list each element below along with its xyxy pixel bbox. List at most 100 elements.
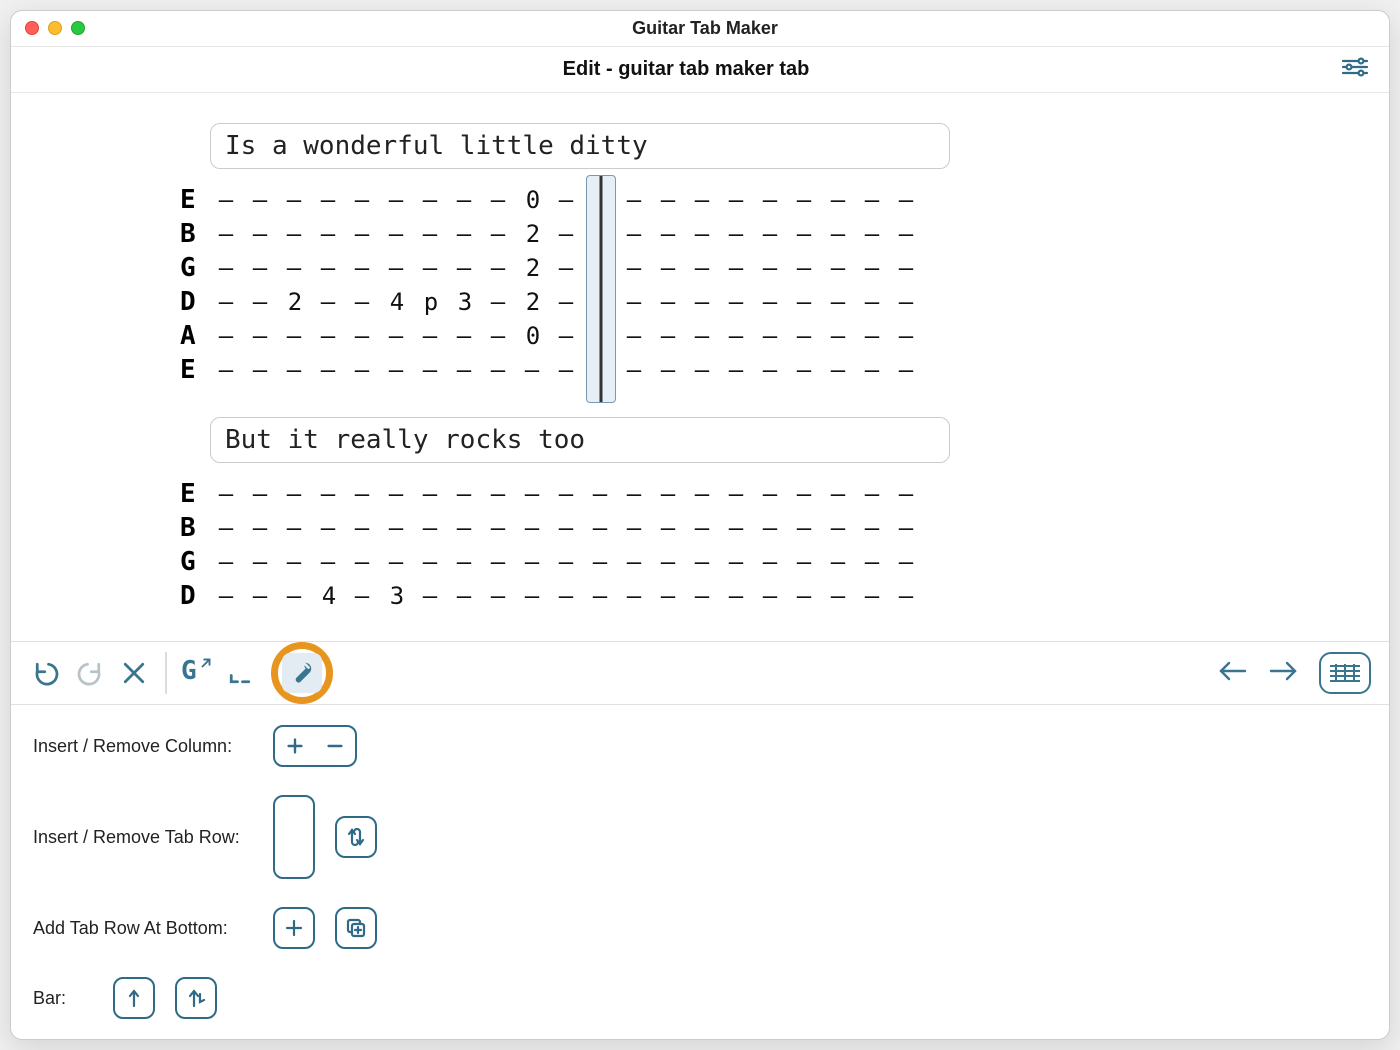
tab-cell[interactable]: —	[516, 548, 550, 576]
tab-cell[interactable]: —	[414, 186, 448, 214]
tab-cell[interactable]: —	[856, 548, 890, 576]
tab-cell[interactable]: —	[482, 186, 516, 214]
tab-cell[interactable]: —	[856, 356, 890, 384]
tab-cell[interactable]: —	[686, 548, 720, 576]
tab-cell[interactable]: —	[516, 582, 550, 610]
tab-cell[interactable]: —	[448, 480, 482, 508]
tab-cell[interactable]: —	[652, 322, 686, 350]
tab-cell[interactable]: —	[618, 254, 652, 282]
tab-cell[interactable]: —	[380, 186, 414, 214]
tab-cell[interactable]: —	[244, 254, 278, 282]
tab-cell[interactable]: —	[312, 186, 346, 214]
tab-cell[interactable]: —	[380, 548, 414, 576]
tab-cell[interactable]: —	[822, 356, 856, 384]
tab-cell[interactable]: —	[550, 254, 584, 282]
tab-cell[interactable]: —	[516, 480, 550, 508]
tab-cell[interactable]: —	[890, 514, 924, 542]
tab-cell[interactable]: —	[686, 254, 720, 282]
tab-cell[interactable]: —	[890, 548, 924, 576]
tab-cell[interactable]: —	[414, 480, 448, 508]
tab-cell[interactable]: —	[414, 582, 448, 610]
tab-cell[interactable]: —	[584, 548, 618, 576]
tab-cell[interactable]: —	[822, 186, 856, 214]
lyric-input[interactable]	[210, 417, 950, 463]
tab-cell[interactable]: —	[754, 548, 788, 576]
tab-cell[interactable]: —	[346, 186, 380, 214]
tab-cell[interactable]: —	[210, 514, 244, 542]
tab-cell[interactable]: —	[754, 514, 788, 542]
tab-cell[interactable]: —	[788, 254, 822, 282]
tab-cell[interactable]: —	[720, 186, 754, 214]
tab-cell[interactable]: —	[788, 322, 822, 350]
tab-string-row[interactable]: G—————————————————————	[180, 545, 1220, 579]
tab-cell[interactable]: —	[720, 514, 754, 542]
tab-cell[interactable]: —	[346, 356, 380, 384]
tab-cell[interactable]: —	[414, 220, 448, 248]
bar-insert-button[interactable]	[113, 977, 155, 1019]
close-window-button[interactable]	[25, 21, 39, 35]
tab-cell[interactable]: —	[754, 582, 788, 610]
tab-cell[interactable]: —	[618, 480, 652, 508]
tab-cell[interactable]: —	[448, 582, 482, 610]
tab-cell[interactable]: —	[618, 514, 652, 542]
tab-cell[interactable]: —	[346, 514, 380, 542]
tab-cell[interactable]: —	[550, 220, 584, 248]
settings-sliders-icon[interactable]	[1341, 56, 1369, 83]
tab-cell[interactable]: —	[618, 220, 652, 248]
tab-string-row[interactable]: E—————————————————————	[180, 477, 1220, 511]
tab-cell[interactable]: —	[720, 288, 754, 316]
tab-cell[interactable]: —	[822, 514, 856, 542]
tab-cell[interactable]: —	[346, 254, 380, 282]
tab-cell[interactable]: —	[720, 480, 754, 508]
tab-cell[interactable]: —	[822, 582, 856, 610]
tab-cell[interactable]: —	[652, 186, 686, 214]
tab-cell[interactable]: 3	[380, 582, 414, 610]
tab-cell[interactable]: —	[448, 322, 482, 350]
tab-cell[interactable]: —	[856, 288, 890, 316]
tab-cell[interactable]: —	[346, 288, 380, 316]
tab-string-row[interactable]: B—————————2———————————	[180, 217, 1220, 251]
tab-cell[interactable]: —	[754, 288, 788, 316]
duplicate-row-button[interactable]	[335, 907, 377, 949]
tab-cell[interactable]: —	[278, 220, 312, 248]
tab-cell[interactable]: —	[584, 514, 618, 542]
tab-cell[interactable]: —	[788, 288, 822, 316]
tab-cell[interactable]: 2	[516, 254, 550, 282]
prev-arrow-button[interactable]	[1215, 659, 1249, 688]
tab-cell[interactable]: —	[244, 514, 278, 542]
tab-cell[interactable]: —	[754, 356, 788, 384]
tab-cell[interactable]: —	[822, 288, 856, 316]
tab-cell[interactable]: —	[210, 322, 244, 350]
tab-cell[interactable]: —	[414, 322, 448, 350]
tab-cell[interactable]: —	[278, 582, 312, 610]
maximize-window-button[interactable]	[71, 21, 85, 35]
tab-cell[interactable]: —	[618, 322, 652, 350]
tab-cell[interactable]: —	[686, 186, 720, 214]
tab-cell[interactable]: —	[890, 582, 924, 610]
tab-cell[interactable]: —	[278, 514, 312, 542]
tab-cell[interactable]: —	[652, 288, 686, 316]
tab-cell[interactable]: —	[856, 514, 890, 542]
tab-cell[interactable]: —	[278, 186, 312, 214]
tab-cell[interactable]: —	[550, 548, 584, 576]
tab-cell[interactable]: —	[890, 480, 924, 508]
tab-cell[interactable]: —	[482, 356, 516, 384]
tab-string-row[interactable]: E—————————————————————	[180, 353, 1220, 387]
tab-cell[interactable]: —	[346, 548, 380, 576]
tab-cell[interactable]: —	[210, 254, 244, 282]
tab-cell[interactable]: —	[550, 514, 584, 542]
tab-cell[interactable]: —	[278, 322, 312, 350]
tab-cell[interactable]: —	[278, 254, 312, 282]
tab-cell[interactable]: —	[244, 480, 278, 508]
tab-cell[interactable]: —	[822, 220, 856, 248]
grid-view-button[interactable]	[1319, 652, 1371, 694]
tab-cell[interactable]: —	[720, 322, 754, 350]
tab-string-row[interactable]: E—————————0———————————	[180, 183, 1220, 217]
tab-string-row[interactable]: D———4—3———————————————	[180, 579, 1220, 613]
tab-cell[interactable]: —	[618, 186, 652, 214]
tab-cell[interactable]: —	[278, 480, 312, 508]
tab-cell[interactable]: —	[482, 548, 516, 576]
tab-cell[interactable]: —	[686, 582, 720, 610]
tab-cell[interactable]: —	[822, 548, 856, 576]
tab-cell[interactable]: —	[346, 322, 380, 350]
